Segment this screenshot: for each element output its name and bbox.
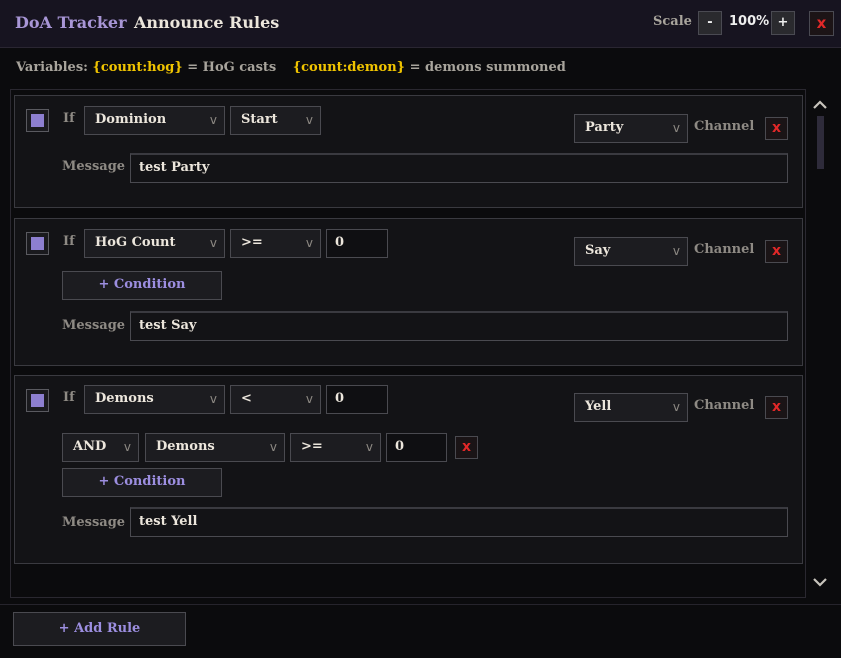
chevron-down-icon: v <box>209 113 217 127</box>
add-condition-button[interactable]: + Condition <box>62 468 222 497</box>
remove-condition-button[interactable]: x <box>455 436 478 459</box>
if-label: If <box>63 111 75 126</box>
scrollbar-thumb[interactable] <box>817 116 824 169</box>
scale-decrease-button[interactable]: - <box>698 11 722 35</box>
scroll-down-icon[interactable] <box>811 574 829 590</box>
chevron-down-icon: v <box>672 121 680 135</box>
channel-dropdown[interactable]: Say v <box>574 237 688 266</box>
rule-card: If HoG Count v >= v 0 Say v Channel x + Con… <box>14 218 803 366</box>
scale-value: 100% <box>729 14 770 29</box>
rule-enabled-checkbox[interactable] <box>26 389 49 412</box>
hog-token: {count:hog} <box>92 60 183 75</box>
footer-divider <box>0 604 841 605</box>
rules-list[interactable]: If Dominion v Start v Party v Channel x Mes… <box>10 89 806 598</box>
message-input[interactable]: test Yell <box>130 507 788 537</box>
delete-rule-button[interactable]: x <box>765 396 788 419</box>
rule-enabled-checkbox[interactable] <box>26 109 49 132</box>
checkbox-checked-mark <box>31 237 44 250</box>
chevron-down-icon: v <box>305 392 313 406</box>
chevron-down-icon: v <box>209 236 217 250</box>
channel-label: Channel <box>694 398 755 413</box>
condition-subject-dropdown[interactable]: Demons v <box>84 385 225 414</box>
message-label: Message <box>62 159 126 174</box>
chevron-down-icon: v <box>269 440 277 454</box>
message-label: Message <box>62 515 126 530</box>
condition-subject-dropdown[interactable]: HoG Count v <box>84 229 225 258</box>
rule-enabled-checkbox[interactable] <box>26 232 49 255</box>
condition-subject-dropdown[interactable]: Dominion v <box>84 106 225 135</box>
chevron-down-icon: v <box>672 244 680 258</box>
variables-legend: Variables: {count:hog} = HoG casts {coun… <box>16 60 566 75</box>
app-name: DoA Tracker <box>15 13 127 32</box>
condition-operator-dropdown[interactable]: < v <box>230 385 321 414</box>
scale-label: Scale <box>653 14 692 29</box>
chevron-down-icon: v <box>305 236 313 250</box>
extra-condition-operator-dropdown[interactable]: >= v <box>290 433 381 462</box>
scroll-up-icon[interactable] <box>811 97 829 113</box>
close-window-button[interactable]: x <box>809 11 834 36</box>
extra-condition-value-input[interactable]: 0 <box>386 433 447 462</box>
condition-operator-dropdown[interactable]: Start v <box>230 106 321 135</box>
extra-condition-subject-dropdown[interactable]: Demons v <box>145 433 285 462</box>
hog-token-description: = HoG casts <box>187 60 277 75</box>
condition-operator-dropdown[interactable]: >= v <box>230 229 321 258</box>
chevron-down-icon: v <box>305 113 313 127</box>
checkbox-checked-mark <box>31 394 44 407</box>
message-input[interactable]: test Say <box>130 311 788 341</box>
condition-value-input[interactable]: 0 <box>326 385 388 414</box>
chevron-down-icon: v <box>123 440 131 454</box>
chevron-down-icon: v <box>365 440 373 454</box>
add-condition-button[interactable]: + Condition <box>62 271 222 300</box>
channel-label: Channel <box>694 119 755 134</box>
channel-dropdown[interactable]: Party v <box>574 114 688 143</box>
scale-increase-button[interactable]: + <box>771 11 795 35</box>
chevron-down-icon: v <box>209 392 217 406</box>
if-label: If <box>63 390 75 405</box>
if-label: If <box>63 234 75 249</box>
title-bar: DoA Tracker Announce Rules Scale - 100% … <box>0 0 841 48</box>
condition-value-input[interactable]: 0 <box>326 229 388 258</box>
chevron-down-icon: v <box>672 400 680 414</box>
demon-token-description: = demons summoned <box>409 60 566 75</box>
rule-card: If Demons v < v 0 Yell v Channel x AND v Dem… <box>14 375 803 564</box>
message-input[interactable]: test Party <box>130 153 788 183</box>
message-label: Message <box>62 318 126 333</box>
delete-rule-button[interactable]: x <box>765 240 788 263</box>
condition-joiner-dropdown[interactable]: AND v <box>62 433 139 462</box>
window-title: Announce Rules <box>134 13 280 32</box>
checkbox-checked-mark <box>31 114 44 127</box>
delete-rule-button[interactable]: x <box>765 117 788 140</box>
channel-label: Channel <box>694 242 755 257</box>
rule-card: If Dominion v Start v Party v Channel x Mes… <box>14 95 803 208</box>
variables-label: Variables: <box>16 60 88 75</box>
demon-token: {count:demon} <box>292 60 406 75</box>
channel-dropdown[interactable]: Yell v <box>574 393 688 422</box>
add-rule-button[interactable]: + Add Rule <box>13 612 186 646</box>
